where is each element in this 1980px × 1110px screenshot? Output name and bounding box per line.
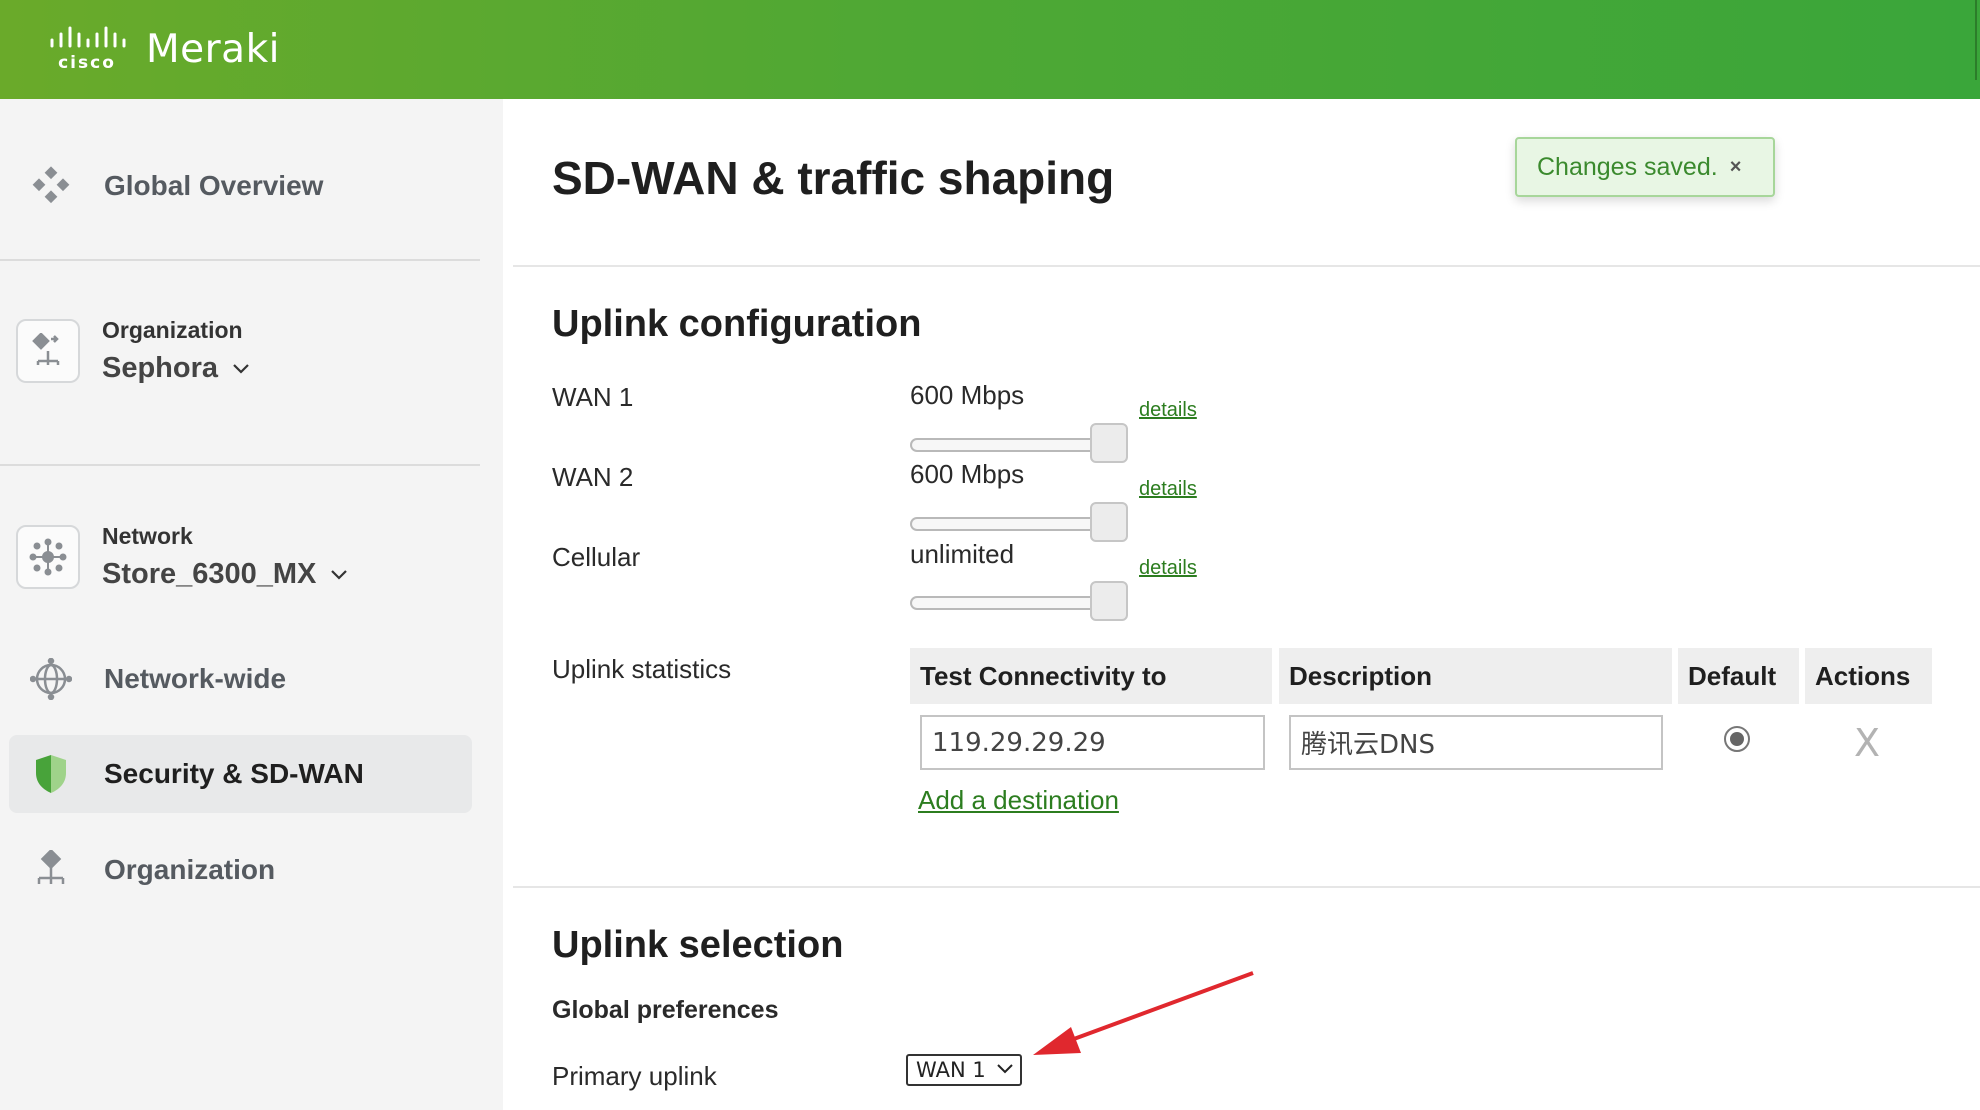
wan2-bandwidth-slider[interactable] bbox=[910, 502, 1128, 544]
wan1-details-link[interactable]: details bbox=[1139, 399, 1197, 422]
primary-uplink-value: WAN 1 bbox=[916, 1058, 986, 1082]
sidebar-item-label: Organization bbox=[104, 854, 276, 885]
cisco-wordmark: cisco bbox=[58, 53, 116, 73]
destination-ip-input[interactable]: 119.29.29.29 bbox=[920, 715, 1265, 770]
slider-track bbox=[910, 596, 1100, 610]
sidebar-item-label: Global Overview bbox=[104, 170, 324, 201]
organization-name: Sephora bbox=[102, 352, 250, 385]
global-preferences-heading: Global preferences bbox=[552, 996, 779, 1024]
close-icon[interactable]: × bbox=[1730, 156, 1742, 179]
add-destination-link[interactable]: Add a destination bbox=[918, 785, 1119, 816]
slider-thumb[interactable] bbox=[1090, 581, 1128, 621]
default-radio[interactable] bbox=[1724, 726, 1750, 752]
wan1-speed: 600 Mbps bbox=[910, 380, 1025, 410]
globe-icon bbox=[26, 654, 76, 704]
main-content: SD-WAN & traffic shaping Changes saved. … bbox=[503, 99, 1980, 1110]
organization-selector[interactable]: Organization Sephora bbox=[16, 317, 250, 385]
wan1-label: WAN 1 bbox=[552, 382, 634, 412]
cellular-label: Cellular bbox=[552, 542, 641, 572]
chevron-down-icon bbox=[233, 363, 249, 374]
sidebar-item-security-sdwan[interactable]: Security & SD-WAN bbox=[26, 749, 364, 799]
wan2-label: WAN 2 bbox=[552, 462, 634, 492]
sidebar-item-label: Network-wide bbox=[104, 663, 287, 694]
cellular-details-link[interactable]: details bbox=[1139, 557, 1197, 580]
column-header-test-connectivity: Test Connectivity to bbox=[910, 648, 1272, 704]
cisco-logo-icon: cisco bbox=[46, 24, 128, 74]
global-overview-icon bbox=[26, 161, 76, 211]
cellular-speed: unlimited bbox=[910, 539, 1015, 569]
shield-icon bbox=[26, 749, 76, 799]
slider-track bbox=[910, 517, 1100, 531]
sidebar-item-global-overview[interactable]: Global Overview bbox=[26, 161, 323, 211]
organization-icon bbox=[26, 845, 76, 895]
sidebar-item-label: Security & SD-WAN bbox=[104, 758, 364, 789]
chevron-down-icon bbox=[997, 1064, 1013, 1074]
remove-destination-icon[interactable]: X bbox=[1854, 721, 1880, 765]
sidebar-divider bbox=[0, 464, 480, 466]
toast-notification: Changes saved. × bbox=[1515, 137, 1775, 197]
uplink-configuration-title: Uplink configuration bbox=[552, 303, 922, 345]
annotation-arrow-icon bbox=[1033, 971, 1254, 1055]
sidebar-item-organization[interactable]: Organization bbox=[26, 845, 275, 895]
slider-thumb[interactable] bbox=[1090, 423, 1128, 463]
organization-caption: Organization bbox=[102, 317, 243, 343]
primary-uplink-select[interactable]: WAN 1 bbox=[906, 1054, 1022, 1086]
brand-name: Meraki bbox=[146, 26, 280, 72]
section-divider bbox=[513, 265, 1980, 267]
uplink-selection-title: Uplink selection bbox=[552, 924, 844, 966]
primary-uplink-label: Primary uplink bbox=[552, 1061, 717, 1091]
wan2-speed: 600 Mbps bbox=[910, 459, 1025, 489]
slider-track bbox=[910, 438, 1100, 452]
organization-icon bbox=[16, 319, 80, 383]
window-edge bbox=[1975, 0, 1977, 80]
column-header-actions: Actions bbox=[1805, 648, 1932, 704]
column-header-default: Default bbox=[1678, 648, 1799, 704]
uplink-statistics-label: Uplink statistics bbox=[552, 654, 732, 684]
sidebar-item-network-wide[interactable]: Network-wide bbox=[26, 654, 286, 704]
brand-logo[interactable]: cisco Meraki bbox=[46, 18, 280, 80]
network-icon bbox=[16, 525, 80, 589]
network-caption: Network bbox=[102, 523, 193, 549]
chevron-down-icon bbox=[331, 569, 348, 580]
sidebar-divider bbox=[0, 259, 480, 261]
wan2-details-link[interactable]: details bbox=[1139, 478, 1197, 501]
column-header-description: Description bbox=[1279, 648, 1672, 704]
description-input[interactable]: 腾讯云DNS bbox=[1289, 715, 1663, 770]
network-name: Store_6300_MX bbox=[102, 558, 348, 591]
section-divider bbox=[513, 886, 1980, 888]
slider-thumb[interactable] bbox=[1090, 502, 1128, 542]
network-value: Store_6300_MX bbox=[102, 558, 317, 590]
sidebar: Global Overview Organization Sephora Net… bbox=[0, 99, 503, 1110]
page-title: SD-WAN & traffic shaping bbox=[552, 152, 1115, 204]
top-header: cisco Meraki bbox=[0, 0, 1980, 99]
toast-message: Changes saved. bbox=[1537, 152, 1718, 181]
network-selector[interactable]: Network Store_6300_MX bbox=[16, 523, 348, 591]
organization-value: Sephora bbox=[102, 352, 219, 384]
cellular-bandwidth-slider[interactable] bbox=[910, 581, 1128, 623]
